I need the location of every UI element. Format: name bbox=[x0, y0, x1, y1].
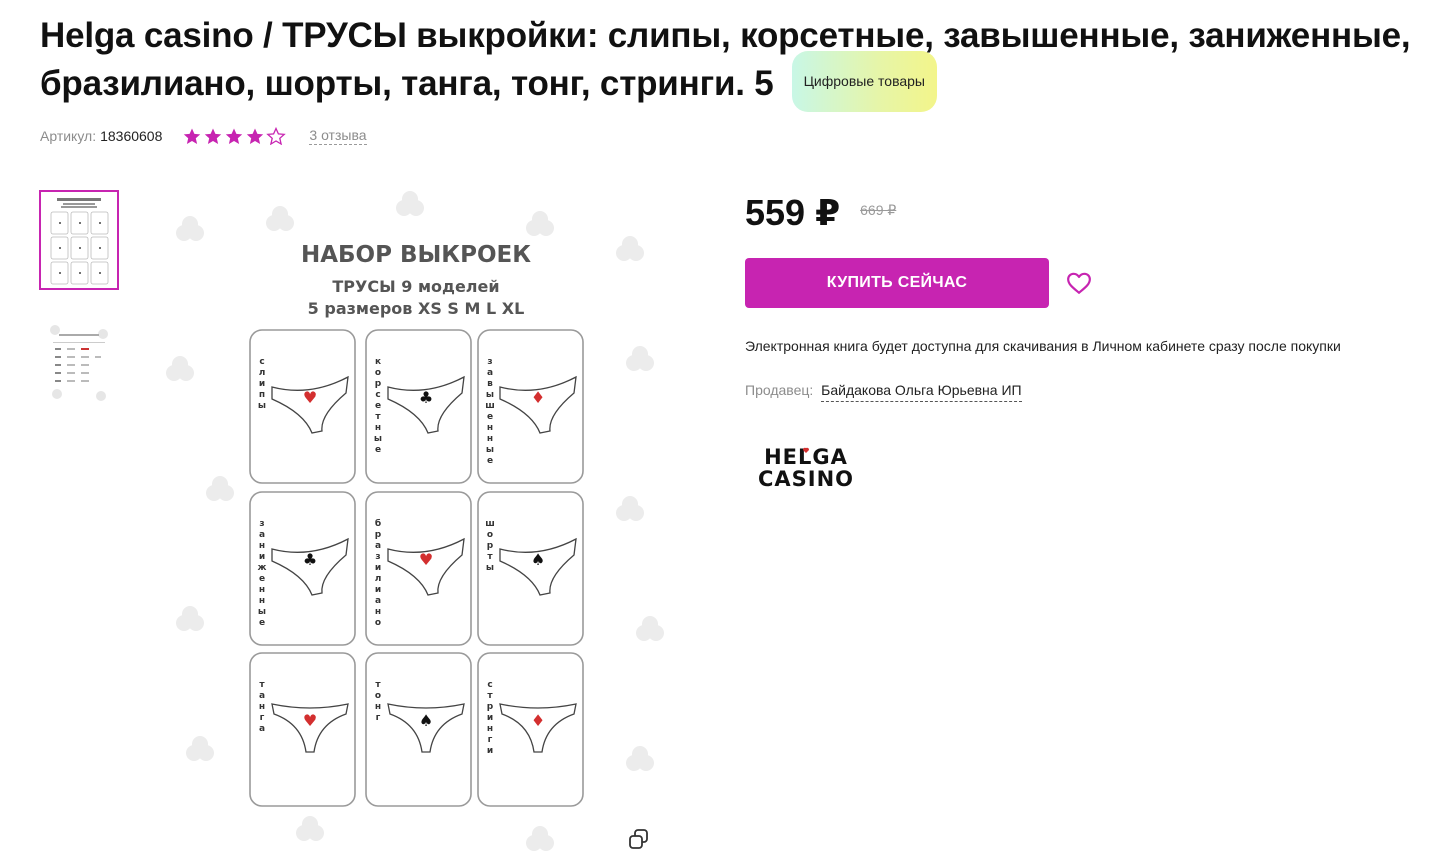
sku-label: Артикул: bbox=[40, 128, 97, 144]
pattern-card: б р а з и л и а н о♥ bbox=[365, 491, 472, 646]
pattern-card: к о р с е т н ы е ♣ bbox=[365, 329, 472, 484]
watermark-club-icon bbox=[206, 476, 234, 501]
product-title: Helga casino / ТРУСЫ выкройки: слипы, ко… bbox=[40, 12, 1430, 112]
sku-value: 18360608 bbox=[100, 128, 163, 144]
thumbnail-2[interactable] bbox=[39, 312, 119, 412]
rating-stars[interactable] bbox=[182, 127, 287, 145]
pattern-card: т а н г а ♥ bbox=[249, 652, 356, 807]
thumbnail-2-image bbox=[41, 314, 117, 410]
seller-link[interactable]: Байдакова Ольга Юрьевна ИП bbox=[821, 382, 1022, 402]
star-filled-icon bbox=[184, 128, 201, 144]
pattern-card: т о н г ♠ bbox=[365, 652, 472, 807]
watermark-club-icon bbox=[526, 826, 554, 851]
suit-icon: ♥ bbox=[303, 388, 317, 407]
product-header: Helga casino / ТРУСЫ выкройки: слипы, ко… bbox=[40, 12, 1430, 112]
watermark-club-icon bbox=[176, 606, 204, 631]
ebook-note: Электронная книга будет доступна для ска… bbox=[745, 338, 1341, 354]
pattern-card: с т р и н г и♦ bbox=[477, 652, 584, 807]
watermark-club-icon bbox=[296, 816, 324, 841]
suit-icon: ♥ bbox=[303, 711, 317, 730]
watermark-club-icon bbox=[176, 216, 204, 241]
suit-icon: ♦ bbox=[531, 711, 545, 730]
watermark-club-icon bbox=[166, 356, 194, 381]
pattern-card-label: корсетные bbox=[374, 357, 382, 455]
star-filled-icon bbox=[226, 128, 243, 144]
watermark-club-icon bbox=[616, 236, 644, 261]
buy-now-button[interactable]: КУПИТЬ СЕЙЧАС bbox=[745, 258, 1049, 308]
watermark-club-icon bbox=[266, 206, 294, 231]
suit-icon: ♦ bbox=[531, 388, 545, 407]
watermark-club-icon bbox=[186, 736, 214, 761]
thumbnail-1-image bbox=[41, 192, 117, 288]
pattern-card: с л и п ы ♥ bbox=[249, 329, 356, 484]
thumbnail-list bbox=[39, 190, 119, 434]
old-price: 669 ₽ bbox=[860, 201, 897, 218]
seller-row: Продавец: Байдакова Ольга Юрьевна ИП bbox=[745, 382, 1022, 402]
watermark-club-icon bbox=[626, 346, 654, 371]
star-filled-icon bbox=[247, 128, 264, 144]
pattern-card: з а в ы ш е н н ы е♦ bbox=[477, 329, 584, 484]
product-main-image[interactable]: НАБОР ВЫКРОЕК ТРУСЫ 9 моделей 5 размеров… bbox=[160, 190, 672, 867]
cover-subtitle-sizes: 5 размеров XS S M L XL bbox=[308, 299, 525, 318]
suit-icon: ♣ bbox=[303, 550, 317, 569]
watermark-club-icon bbox=[396, 191, 424, 216]
pattern-set-cover: НАБОР ВЫКРОЕК ТРУСЫ 9 моделей 5 размеров… bbox=[166, 191, 664, 851]
suit-icon: ♠ bbox=[419, 711, 433, 730]
digital-goods-badge[interactable]: Цифровые товары bbox=[791, 51, 937, 112]
heart-outline-icon[interactable] bbox=[1066, 271, 1092, 295]
watermark-club-icon bbox=[616, 496, 644, 521]
cover-subtitle-models: ТРУСЫ 9 моделей bbox=[332, 277, 499, 296]
watermark-club-icon bbox=[526, 211, 554, 236]
pattern-card: ш о р т ы ♠ bbox=[477, 491, 584, 646]
watermark-club-icon bbox=[636, 616, 664, 641]
current-price: 559 ₽ bbox=[745, 192, 841, 233]
product-title-text: Helga casino / ТРУСЫ выкройки: слипы, ко… bbox=[40, 16, 1411, 103]
star-filled-icon bbox=[205, 128, 222, 144]
pattern-card: з а н и ж е н н ы е♣ bbox=[249, 491, 356, 646]
reviews-link[interactable]: 3 отзыва bbox=[309, 127, 367, 145]
watermark-club-icon bbox=[626, 746, 654, 771]
product-meta: Артикул: 18360608 3 отзыва bbox=[40, 126, 367, 146]
suit-icon: ♥ bbox=[419, 550, 433, 569]
star-empty-icon bbox=[266, 127, 287, 145]
seller-label: Продавец: bbox=[745, 382, 814, 398]
suit-icon: ♠ bbox=[531, 550, 545, 569]
price-block: 559 ₽ 669 ₽ bbox=[745, 192, 896, 234]
cover-heading: НАБОР ВЫКРОЕК bbox=[301, 242, 531, 268]
pattern-card-label: танга bbox=[259, 680, 266, 734]
brand-logo[interactable]: HELGA CASINO bbox=[754, 440, 858, 494]
copy-icon[interactable] bbox=[628, 828, 650, 850]
brand-logo-line2: CASINO bbox=[758, 467, 854, 491]
thumbnail-1[interactable] bbox=[39, 190, 119, 290]
suit-icon: ♣ bbox=[419, 388, 433, 407]
